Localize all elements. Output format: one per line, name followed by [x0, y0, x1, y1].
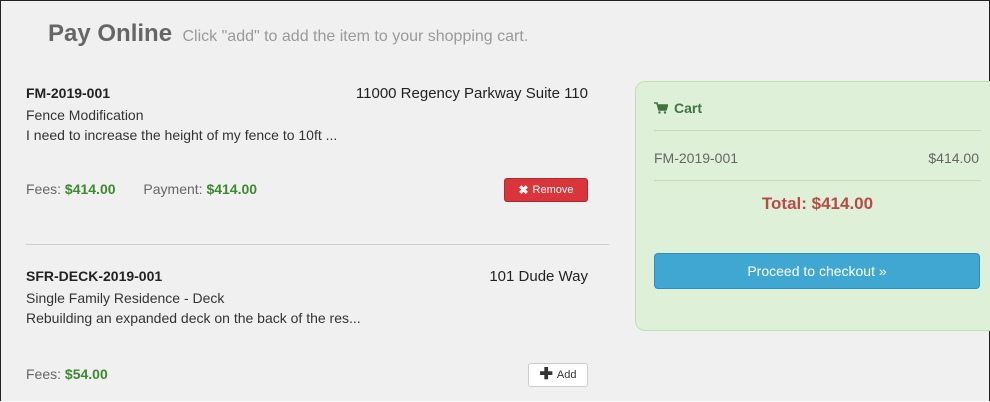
- add-button-label: Add: [556, 369, 577, 381]
- fees-value: $414.00: [64, 181, 116, 197]
- pay-online-panel: Pay Online Click "add" to add the item t…: [0, 0, 990, 401]
- list-item: SFR-DECK-2019-001 101 Dude Way Single Fa…: [26, 268, 588, 393]
- remove-button-label: Remove: [532, 184, 574, 196]
- item-type: Fence Modification: [26, 107, 144, 123]
- fees-label: Fees:: [26, 181, 62, 197]
- add-button[interactable]: ✚ Add: [528, 363, 588, 387]
- page-title: Pay Online: [48, 20, 173, 47]
- item-address: 101 Dude Way: [489, 268, 588, 285]
- page-subtitle: Click "add" to add the item to your shop…: [182, 28, 529, 45]
- item-description: I need to increase the height of my fenc…: [26, 127, 338, 143]
- plus-icon: ✚: [539, 366, 553, 383]
- cart-panel: Cart FM-2019-001 $414.00 Total: $414.00 …: [635, 81, 990, 331]
- cart-title: Cart: [674, 100, 703, 116]
- cart-header: Cart: [654, 100, 702, 116]
- item-address: 11000 Regency Parkway Suite 110: [355, 85, 588, 102]
- list-item: FM-2019-001 11000 Regency Parkway Suite …: [26, 85, 588, 215]
- x-icon: ✖: [518, 183, 529, 197]
- fees-row: Fees: $414.00 Payment: $414.00: [26, 181, 257, 197]
- payment-value: $414.00: [206, 181, 258, 197]
- fees-value: $54.00: [64, 366, 108, 382]
- cart-total: Total: $414.00: [761, 194, 874, 213]
- cart-line-item: FM-2019-001 $414.00: [654, 150, 979, 166]
- cart-line-code: FM-2019-001: [654, 150, 739, 166]
- shopping-cart-icon: [654, 102, 668, 114]
- item-type: Single Family Residence - Deck: [26, 290, 225, 306]
- remove-button[interactable]: ✖ Remove: [504, 178, 588, 202]
- item-code: FM-2019-001: [26, 85, 111, 101]
- payment-label: Payment:: [143, 181, 203, 197]
- cart-divider: [654, 130, 981, 131]
- proceed-to-checkout-button[interactable]: Proceed to checkout »: [654, 253, 980, 289]
- item-divider: [26, 244, 609, 245]
- cart-divider: [654, 180, 981, 181]
- item-description: Rebuilding an expanded deck on the back …: [26, 310, 361, 326]
- cart-line-amount: $414.00: [928, 150, 979, 166]
- fees-label: Fees:: [26, 366, 62, 382]
- item-code: SFR-DECK-2019-001: [26, 268, 163, 284]
- page-header: Pay Online Click "add" to add the item t…: [48, 20, 528, 48]
- fees-row: Fees: $54.00: [26, 366, 108, 382]
